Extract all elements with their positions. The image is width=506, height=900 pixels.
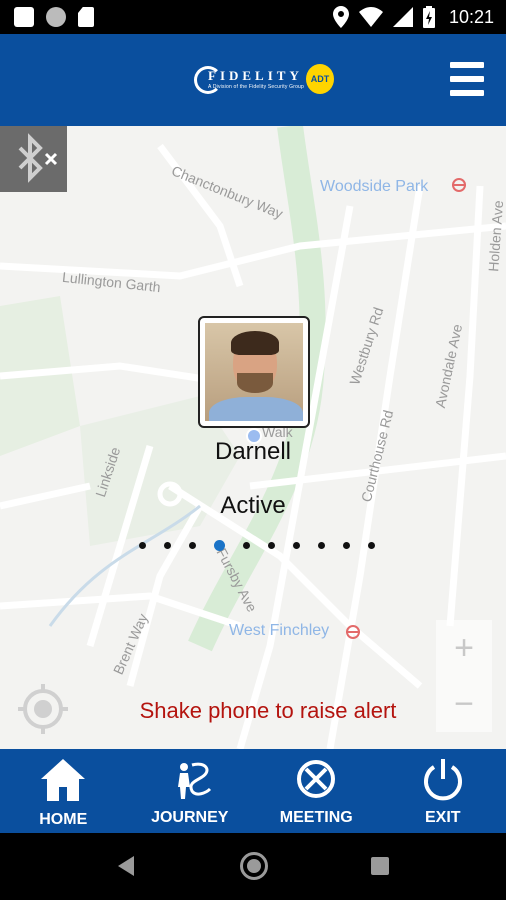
bluetooth-disabled-icon bbox=[18, 133, 58, 183]
station-icon bbox=[346, 625, 360, 639]
page-dot[interactable] bbox=[164, 542, 171, 549]
page-indicator bbox=[139, 540, 375, 551]
nav-label: MEETING bbox=[279, 809, 353, 826]
avatar-photo bbox=[205, 323, 303, 421]
home-icon bbox=[41, 759, 86, 801]
page-dot[interactable] bbox=[243, 542, 250, 549]
android-home-icon[interactable] bbox=[240, 852, 268, 880]
bottom-nav: HOME JOURNEY MEETING EXIT bbox=[0, 749, 506, 833]
app-header: FIDELITY A Division of the Fidelity Secu… bbox=[0, 34, 506, 126]
power-icon bbox=[423, 759, 462, 801]
user-status: Active bbox=[220, 492, 286, 519]
status-time: 10:21 bbox=[448, 6, 494, 27]
page-dot[interactable] bbox=[139, 542, 146, 549]
map-label: West Finchley bbox=[229, 622, 330, 639]
nav-label: EXIT bbox=[424, 809, 461, 826]
map-label: Woodside Park bbox=[320, 178, 429, 195]
logo-subtitle: A Division of the Fidelity Security Grou… bbox=[208, 84, 305, 90]
back-icon[interactable] bbox=[118, 856, 134, 876]
nav-exit[interactable]: EXIT bbox=[380, 749, 506, 833]
zoom-in-button[interactable]: + bbox=[436, 620, 492, 676]
page-dot-active[interactable] bbox=[214, 540, 225, 551]
wifi-icon bbox=[358, 7, 383, 27]
page-dot[interactable] bbox=[318, 542, 325, 549]
android-nav-bar bbox=[0, 833, 506, 900]
shake-alert-text: Shake phone to raise alert bbox=[139, 698, 397, 723]
nav-home[interactable]: HOME bbox=[0, 749, 127, 833]
page-dot[interactable] bbox=[343, 542, 350, 549]
nav-label: JOURNEY bbox=[151, 809, 229, 826]
nav-journey[interactable]: JOURNEY bbox=[127, 749, 254, 833]
map-view[interactable]: Chanctonbury Way Woodside Park Lullingto… bbox=[0, 126, 506, 749]
notification-square-icon bbox=[14, 7, 34, 27]
page-dot[interactable] bbox=[293, 542, 300, 549]
adt-badge: ADT bbox=[306, 64, 334, 94]
recent-apps-icon[interactable] bbox=[371, 857, 389, 875]
status-bar: 10:21 bbox=[0, 0, 506, 34]
circle-icon bbox=[46, 7, 66, 27]
location-pin-icon bbox=[332, 6, 349, 28]
bluetooth-disabled-button[interactable] bbox=[0, 126, 67, 192]
page-dot[interactable] bbox=[268, 542, 275, 549]
user-name: Darnell bbox=[214, 438, 292, 465]
user-avatar[interactable] bbox=[198, 316, 310, 428]
battery-charging-icon bbox=[422, 6, 435, 28]
logo-text: FIDELITY bbox=[208, 68, 303, 83]
page-dot[interactable] bbox=[189, 542, 196, 549]
journey-icon bbox=[177, 762, 211, 799]
nav-label: HOME bbox=[39, 811, 88, 828]
signal-icon bbox=[392, 7, 413, 27]
sim-card-icon bbox=[78, 7, 94, 27]
page-dot[interactable] bbox=[368, 542, 375, 549]
hamburger-menu-icon[interactable] bbox=[450, 62, 484, 96]
meeting-icon bbox=[297, 760, 336, 798]
station-icon bbox=[452, 178, 466, 192]
fidelity-adt-logo: FIDELITY A Division of the Fidelity Secu… bbox=[194, 64, 336, 96]
nav-meeting[interactable]: MEETING bbox=[253, 749, 380, 833]
